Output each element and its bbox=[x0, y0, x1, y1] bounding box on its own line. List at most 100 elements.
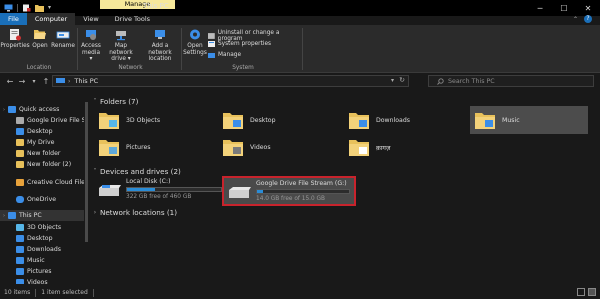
nav-item[interactable]: Desktop bbox=[0, 233, 84, 244]
network-heading: Network locations (1) bbox=[100, 208, 178, 217]
up-arrow-icon[interactable]: ↑ bbox=[40, 77, 52, 86]
chevron-down-icon[interactable]: ▾ bbox=[48, 4, 57, 12]
folder-tile[interactable]: Pictures bbox=[98, 137, 151, 157]
nav-item[interactable]: My Drive bbox=[0, 137, 84, 148]
folder-tile[interactable]: Music bbox=[470, 106, 588, 134]
gear-icon bbox=[190, 29, 200, 40]
pictures-icon bbox=[98, 137, 120, 157]
open-label: Open bbox=[32, 43, 48, 49]
star-icon bbox=[8, 106, 16, 113]
system-properties-button[interactable]: System properties bbox=[208, 41, 271, 47]
chevron-down-icon[interactable]: ▾ bbox=[391, 77, 394, 84]
drives-heading: Devices and drives (2) bbox=[100, 167, 181, 176]
nav-item[interactable]: Creative Cloud Files bbox=[0, 177, 84, 188]
folder-tile[interactable]: क़ागज़ bbox=[348, 137, 390, 157]
back-arrow-icon[interactable]: ← bbox=[4, 77, 16, 86]
refresh-icon[interactable]: ↻ bbox=[399, 76, 405, 84]
details-view-icon[interactable] bbox=[577, 288, 585, 296]
pc-icon bbox=[4, 4, 13, 12]
new-folder-icon[interactable] bbox=[35, 4, 44, 12]
network-location-icon bbox=[155, 30, 165, 39]
folder-label: Desktop bbox=[250, 116, 276, 124]
folder-icon bbox=[16, 139, 24, 146]
nav-item[interactable]: › This PC bbox=[0, 210, 84, 221]
drives-section-header[interactable]: ˅ Devices and drives (2) bbox=[90, 167, 590, 176]
hard-drive-icon bbox=[229, 187, 251, 198]
drive-google-drive[interactable]: Google Drive File Stream (G:) 14.0 GB fr… bbox=[222, 176, 356, 206]
chevron-down-icon: ˅ bbox=[93, 98, 97, 105]
nav-item[interactable]: New folder (2) bbox=[0, 159, 84, 170]
nav-item[interactable]: › Quick access bbox=[0, 104, 84, 115]
chevron-up-icon[interactable]: ⌃ bbox=[573, 16, 578, 23]
folders-section-header[interactable]: ˅ Folders (7) bbox=[90, 97, 590, 106]
nav-scrollbar[interactable] bbox=[84, 92, 89, 284]
nav-item-label: Quick access bbox=[19, 106, 60, 113]
nav-item[interactable]: Music bbox=[0, 255, 84, 266]
drive-usage-bar bbox=[256, 189, 350, 194]
desktop-icon bbox=[16, 128, 24, 135]
add-network-location-button[interactable]: Add a network location bbox=[140, 28, 180, 63]
nav-item[interactable]: Videos bbox=[0, 277, 84, 284]
quick-access-toolbar: ▾ bbox=[0, 4, 57, 12]
manage-icon bbox=[208, 53, 215, 58]
network-group-label: Network bbox=[118, 65, 143, 71]
folder-tile[interactable]: Downloads bbox=[348, 110, 410, 130]
toolbar-divider bbox=[17, 4, 18, 12]
properties-icon[interactable] bbox=[22, 4, 31, 12]
nav-item-label: Pictures bbox=[27, 268, 52, 275]
document-icon bbox=[348, 137, 370, 157]
chevron-right-icon[interactable]: › bbox=[0, 107, 8, 113]
tab-view[interactable]: View bbox=[75, 13, 106, 25]
network-section-header[interactable]: › Network locations (1) bbox=[90, 208, 590, 217]
nav-item-label: 3D Objects bbox=[27, 224, 62, 231]
tab-computer[interactable]: Computer bbox=[26, 13, 76, 25]
media-icon bbox=[86, 30, 96, 40]
tab-drive-tools[interactable]: Drive Tools bbox=[107, 13, 158, 25]
folder-tile[interactable]: Desktop bbox=[222, 110, 276, 130]
folder-tile[interactable]: 3D Objects bbox=[98, 110, 160, 130]
rename-icon bbox=[56, 31, 70, 39]
nav-item-label: Desktop bbox=[27, 128, 53, 135]
folder-icon bbox=[16, 150, 24, 157]
nav-item[interactable]: New folder bbox=[0, 148, 84, 159]
download-icon bbox=[348, 110, 370, 130]
breadcrumb-separator-icon: › bbox=[68, 77, 71, 85]
open-settings-button[interactable]: Open Settings bbox=[183, 28, 207, 56]
pc-icon bbox=[8, 212, 16, 219]
breadcrumb-this-pc[interactable]: This PC bbox=[74, 77, 98, 85]
search-box[interactable]: Search This PC bbox=[428, 75, 594, 87]
video-icon bbox=[16, 279, 24, 284]
navigation-bar: ← → ▾ ↑ › This PC ▾ ↻ Search This PC bbox=[0, 73, 600, 90]
manage-button[interactable]: Manage bbox=[208, 52, 241, 58]
add-network-location-label: Add a network location bbox=[148, 43, 172, 62]
nav-item[interactable]: Desktop bbox=[0, 126, 84, 137]
open-button[interactable]: Open bbox=[31, 28, 49, 50]
map-network-drive-button[interactable]: Map network drive ▾ bbox=[103, 28, 139, 63]
nav-item[interactable]: OneDrive bbox=[0, 194, 84, 205]
chevron-down-icon: ˅ bbox=[93, 168, 97, 175]
search-input[interactable]: Search This PC bbox=[448, 78, 495, 85]
nav-item[interactable]: 3D Objects bbox=[0, 222, 84, 233]
help-icon[interactable]: ? bbox=[584, 15, 592, 23]
drive-label: Google Drive File Stream (G:) bbox=[256, 180, 347, 187]
recent-locations-icon[interactable]: ▾ bbox=[28, 78, 40, 85]
folder-label: 3D Objects bbox=[126, 116, 161, 124]
nav-item[interactable]: Pictures bbox=[0, 266, 84, 277]
folder-icon bbox=[16, 161, 24, 168]
pc-icon bbox=[56, 78, 65, 83]
tab-file[interactable]: File bbox=[0, 13, 27, 25]
access-media-button[interactable]: Access media ▾ bbox=[80, 28, 102, 63]
nav-item-label: Videos bbox=[27, 279, 48, 284]
address-bar[interactable]: › This PC ▾ ↻ bbox=[52, 75, 409, 87]
nav-item[interactable]: Google Drive File S bbox=[0, 115, 84, 126]
rename-button[interactable]: Rename bbox=[51, 28, 75, 50]
drive-local-disk[interactable]: Local Disk (C:) 322 GB free of 460 GB bbox=[98, 178, 222, 200]
nav-item[interactable]: Downloads bbox=[0, 244, 84, 255]
desktop-icon bbox=[222, 110, 244, 130]
access-media-label: Access media ▾ bbox=[81, 43, 101, 62]
large-icons-view-icon[interactable] bbox=[588, 288, 596, 296]
forward-arrow-icon[interactable]: → bbox=[16, 77, 28, 86]
chevron-right-icon[interactable]: › bbox=[0, 213, 8, 219]
properties-button[interactable]: Properties bbox=[0, 28, 30, 50]
folder-tile[interactable]: Videos bbox=[222, 137, 271, 157]
